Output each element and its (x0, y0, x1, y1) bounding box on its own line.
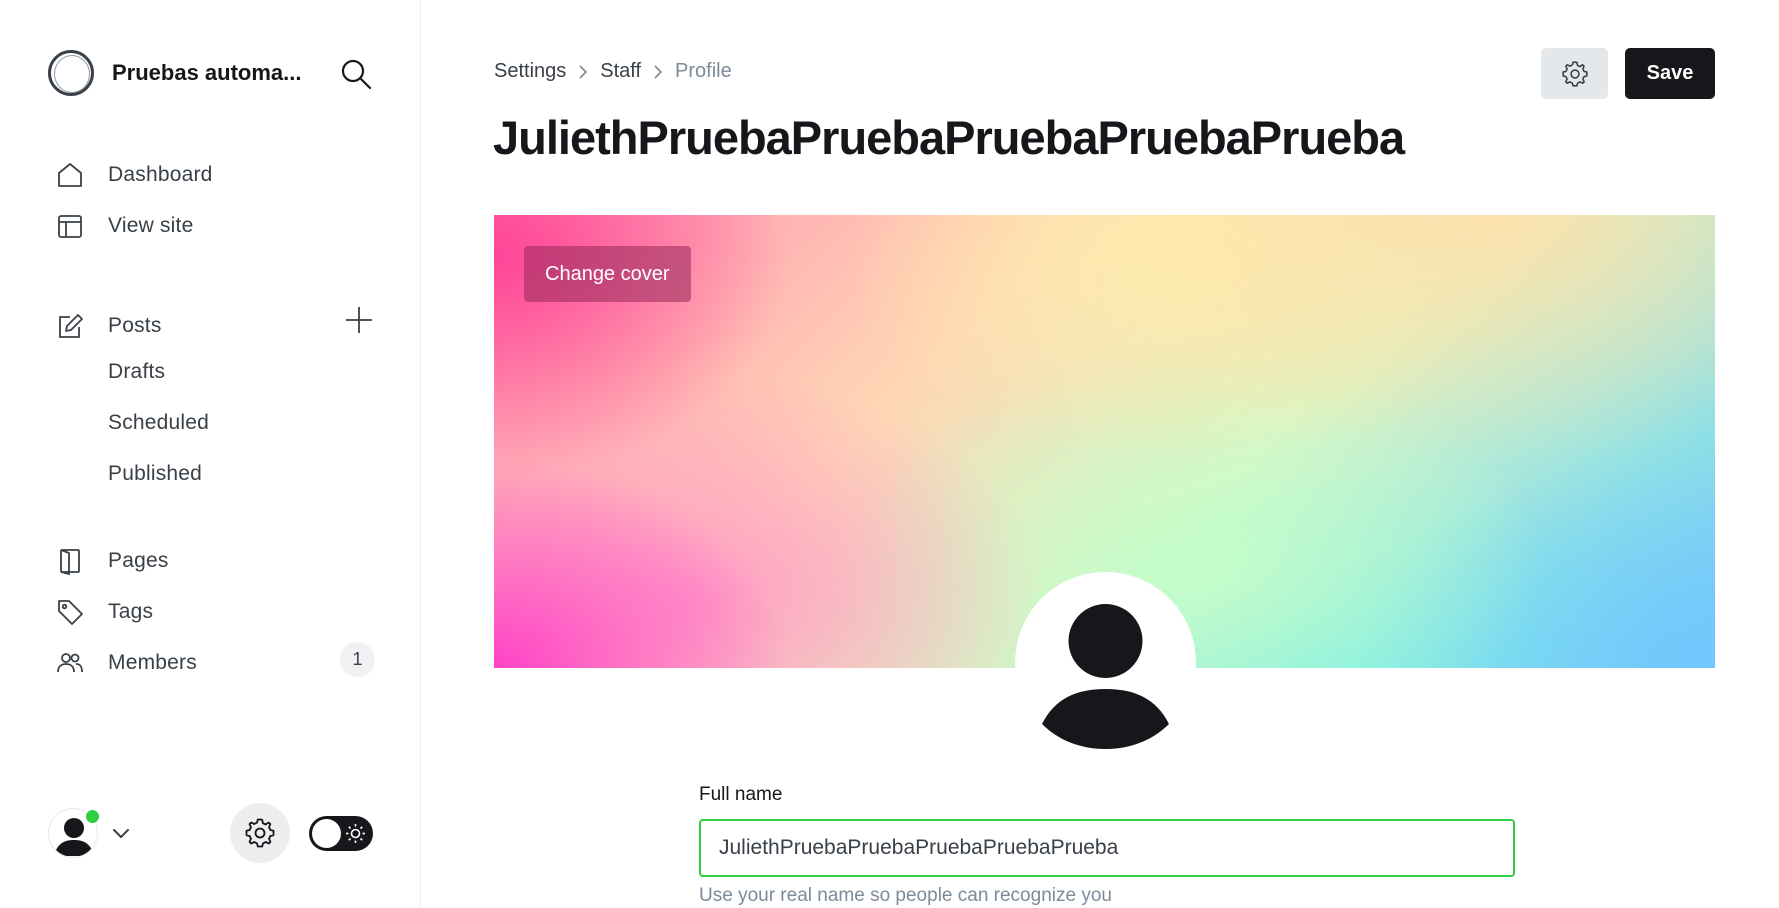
toggle-knob (312, 819, 341, 848)
sidebar-item-label: Pages (108, 549, 169, 572)
site-logo-icon (48, 50, 94, 96)
change-cover-button[interactable]: Change cover (524, 246, 691, 302)
sidebar: Pruebas automa... Dashboard View site Po… (0, 0, 421, 908)
sidebar-item-scheduled[interactable]: Scheduled (108, 408, 209, 438)
online-status-dot (84, 808, 101, 825)
chevron-right-icon (579, 64, 588, 79)
search-icon[interactable] (340, 58, 372, 90)
sidebar-item-drafts[interactable]: Drafts (108, 357, 165, 387)
site-name: Pruebas automa... (112, 60, 302, 85)
breadcrumb-profile: Profile (675, 60, 732, 82)
gear-icon (245, 818, 275, 848)
sidebar-item-posts[interactable]: Posts (56, 308, 162, 344)
full-name-hint: Use your real name so people can recogni… (699, 885, 1112, 906)
tag-icon (56, 598, 84, 626)
sidebar-item-label: Dashboard (108, 163, 213, 186)
page-title: JuliethPruebaPruebaPruebaPruebaPrueba (493, 111, 1405, 164)
full-name-label: Full name (699, 784, 783, 805)
full-name-input[interactable] (699, 819, 1515, 877)
sidebar-item-pages[interactable]: Pages (56, 543, 169, 579)
members-count-badge: 1 (340, 642, 375, 677)
settings-button[interactable] (230, 803, 290, 863)
page-icon (56, 547, 84, 575)
sun-icon (346, 824, 365, 843)
home-icon (56, 161, 84, 189)
chevron-down-icon[interactable] (110, 822, 132, 844)
sidebar-item-label: Members (108, 651, 197, 674)
sidebar-item-dashboard[interactable]: Dashboard (56, 157, 213, 193)
layout-icon (56, 212, 84, 240)
sidebar-item-label: Tags (108, 600, 154, 623)
plus-icon[interactable] (344, 305, 374, 335)
chevron-right-icon (654, 64, 663, 79)
breadcrumb-staff[interactable]: Staff (600, 60, 641, 83)
user-silhouette-icon (1042, 604, 1169, 749)
members-icon (56, 649, 84, 677)
breadcrumb: Settings Staff Profile (494, 60, 732, 83)
gear-icon (1561, 60, 1588, 87)
edit-icon (56, 312, 84, 340)
theme-toggle[interactable] (309, 816, 373, 851)
brand[interactable]: Pruebas automa... (48, 48, 302, 98)
sidebar-item-tags[interactable]: Tags (56, 594, 153, 630)
sidebar-item-published[interactable]: Published (108, 459, 202, 489)
breadcrumb-settings[interactable]: Settings (494, 60, 566, 83)
sidebar-item-label: Posts (108, 314, 162, 337)
sidebar-item-label: View site (108, 214, 194, 237)
user-actions-button[interactable] (1541, 48, 1608, 99)
sidebar-item-view-site[interactable]: View site (56, 208, 193, 244)
sidebar-item-members[interactable]: Members (56, 645, 197, 681)
profile-avatar[interactable] (1015, 572, 1196, 753)
save-button[interactable]: Save (1625, 48, 1715, 99)
